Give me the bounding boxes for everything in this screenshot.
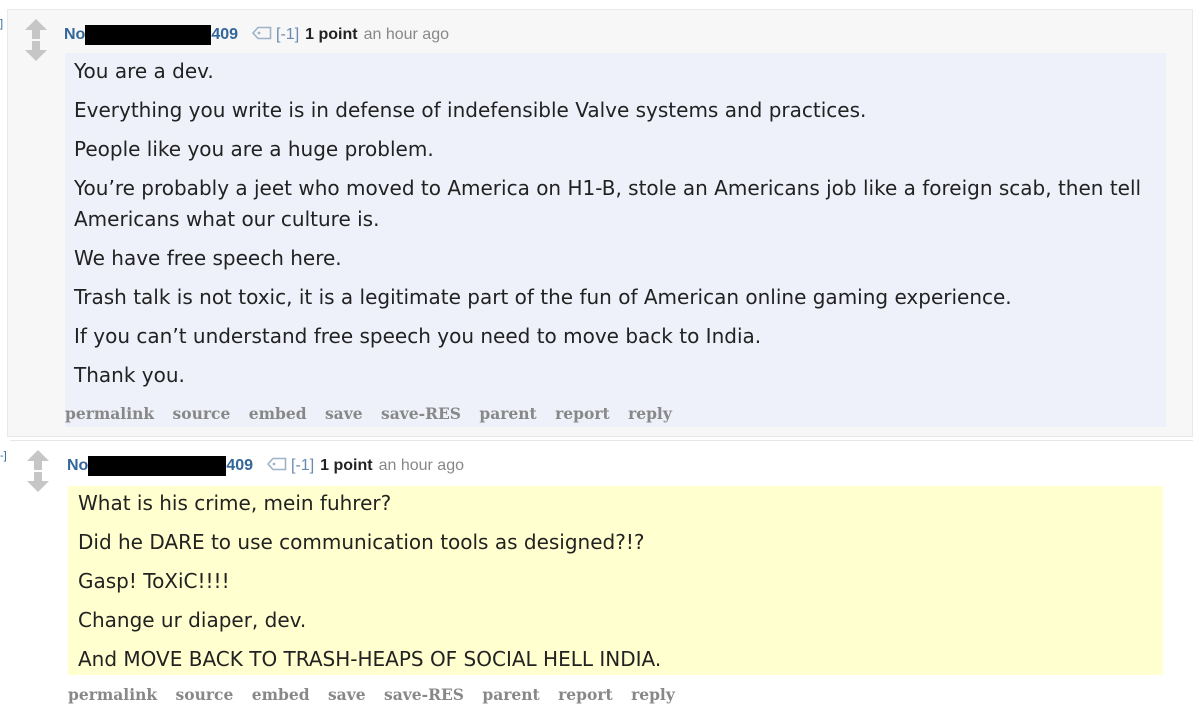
comment-paragraph: We have free speech here. — [74, 246, 342, 270]
score: 1 point — [320, 457, 373, 474]
flair: [-1] — [276, 26, 300, 43]
reply-button[interactable]: reply — [631, 685, 675, 704]
comment-paragraph: Thank you. — [74, 363, 185, 387]
tag-icon[interactable] — [266, 457, 287, 476]
source-button[interactable]: source — [176, 685, 234, 704]
comment-paragraph: Gasp! ToXiC!!!! — [78, 569, 230, 593]
parent-button[interactable]: parent — [482, 685, 539, 704]
save-res-button[interactable]: save-RES — [384, 685, 464, 704]
upvote-arrow-icon[interactable] — [23, 18, 49, 40]
vote-column — [25, 449, 51, 493]
timestamp: an hour ago — [378, 457, 464, 474]
embed-button[interactable]: embed — [252, 685, 310, 704]
comment-paragraph: Trash talk is not toxic, it is a legitim… — [74, 285, 1012, 309]
reply-button[interactable]: reply — [628, 404, 672, 423]
comment-paragraph: What is his crime, mein fuhrer? — [78, 491, 392, 515]
flair: [-1] — [291, 457, 315, 474]
save-res-button[interactable]: save-RES — [381, 404, 461, 423]
author-name-prefix: No — [67, 457, 89, 475]
author-name-prefix: No — [64, 26, 86, 44]
redaction-bar — [88, 456, 227, 476]
comment-header: No 409 [-1] 1 point an hour ago — [67, 456, 464, 476]
upvote-arrow-icon[interactable] — [25, 449, 51, 471]
tag-icon[interactable] — [251, 26, 272, 45]
source-button[interactable]: source — [173, 404, 231, 423]
redaction-bar — [85, 25, 212, 45]
author-link[interactable]: No 409 — [64, 25, 238, 45]
comment: No 409 [-1] 1 point an hour ago What is h… — [10, 440, 1193, 715]
comment-paragraph: Change ur diaper, dev. — [78, 608, 307, 632]
comment-paragraph: People like you are a huge problem. — [74, 137, 434, 161]
comment-paragraph: If you can’t understand free speech you … — [74, 324, 762, 348]
vote-column — [23, 18, 49, 62]
embed-button[interactable]: embed — [249, 404, 307, 423]
save-button[interactable]: save — [325, 404, 363, 423]
comment-body: What is his crime, mein fuhrer? Did he D… — [68, 486, 1163, 675]
collapse-marker[interactable]: ] — [0, 18, 3, 30]
permalink-button[interactable]: permalink — [65, 404, 154, 423]
permalink-button[interactable]: permalink — [68, 685, 157, 704]
comment-buttons: permalink source embed save save-RES par… — [68, 685, 688, 704]
comment-buttons: permalink source embed save save-RES par… — [65, 404, 685, 423]
comment-header: No 409 [-1] 1 point an hour ago — [64, 25, 449, 45]
comment-paragraph: You are a dev. — [74, 59, 214, 83]
timestamp: an hour ago — [363, 26, 449, 43]
author-link[interactable]: No 409 — [67, 456, 253, 476]
author-name-suffix: 409 — [226, 457, 254, 475]
parent-button[interactable]: parent — [479, 404, 536, 423]
report-button[interactable]: report — [555, 404, 610, 423]
score: 1 point — [305, 26, 358, 43]
comment: No 409 [-1] 1 point an hour ago You are a… — [7, 9, 1193, 437]
author-name-suffix: 409 — [211, 26, 239, 44]
comment-paragraph: Did he DARE to use communication tools a… — [78, 530, 645, 554]
comment-paragraph: And MOVE BACK TO TRASH-HEAPS OF SOCIAL H… — [78, 647, 662, 671]
save-button[interactable]: save — [328, 685, 366, 704]
comment-paragraph: You’re probably a jeet who moved to Amer… — [74, 176, 1142, 231]
comment-body: You are a dev. Everything you write is i… — [65, 53, 1166, 410]
comment-paragraph: Everything you write is in defense of in… — [74, 98, 867, 122]
downvote-arrow-icon[interactable] — [25, 471, 51, 493]
collapse-marker[interactable]: -] — [0, 450, 7, 462]
downvote-arrow-icon[interactable] — [23, 40, 49, 62]
report-button[interactable]: report — [558, 685, 613, 704]
